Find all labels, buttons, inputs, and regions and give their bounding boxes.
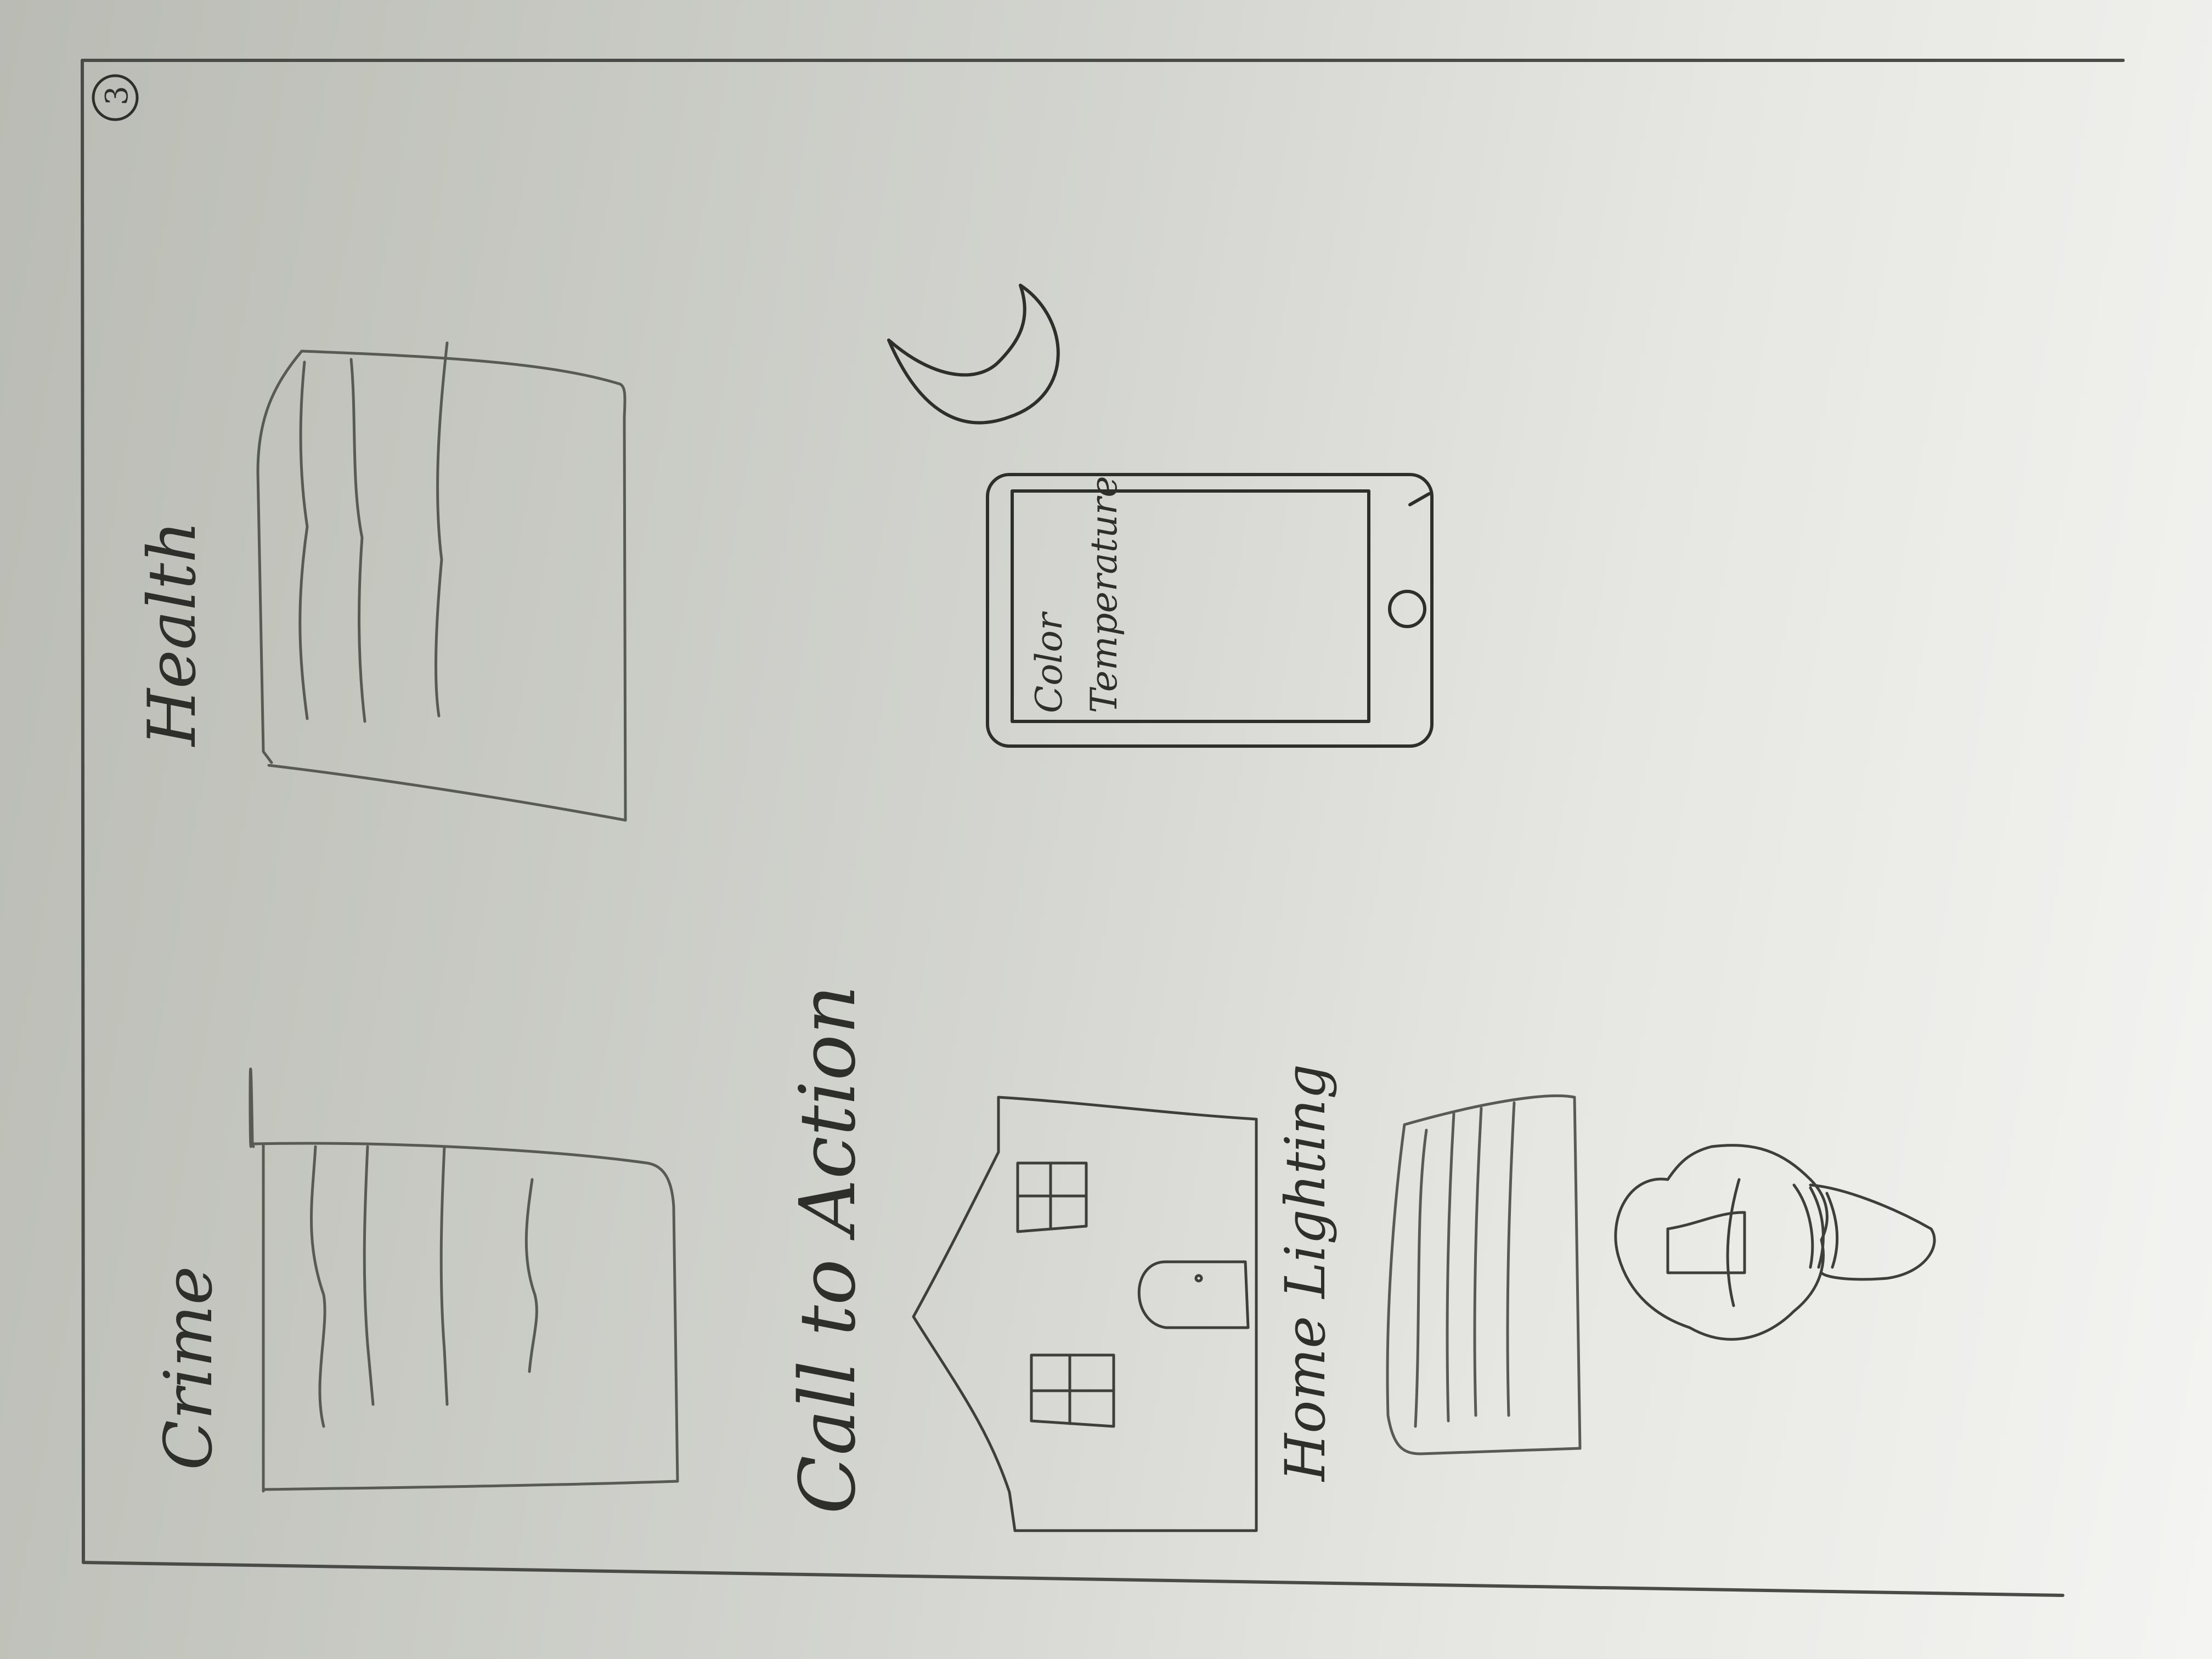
page-number: 3 (99, 86, 135, 105)
house-icon (912, 1096, 1258, 1532)
sketch-canvas: 3 (81, 59, 2125, 1597)
moon-icon (887, 284, 1060, 425)
sketch-sheet: 3 Crime Health Call to Action Color Temp… (0, 0, 2212, 1659)
crime-label: Crime (151, 1266, 227, 1470)
phone-screen-line2: Temperature (1083, 476, 1125, 713)
page-border (81, 59, 2125, 1597)
health-label: Health (134, 520, 211, 746)
home-lighting-card (1386, 1094, 1582, 1455)
call-to-action-label: Call to Action (783, 985, 873, 1514)
home-lighting-label: Home Lighting (1273, 1064, 1338, 1481)
crime-card (249, 1068, 679, 1493)
light-bulb-icon (1614, 1144, 1936, 1341)
health-card (256, 341, 627, 822)
phone-screen-line1: Color (1028, 613, 1070, 713)
